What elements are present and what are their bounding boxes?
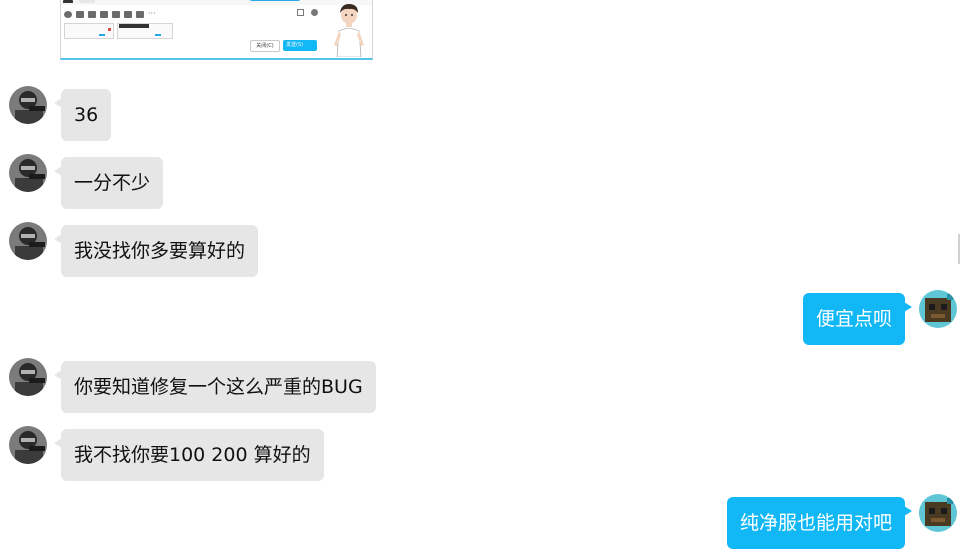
screenshot-blue-mark xyxy=(99,34,105,36)
screenshot-close-button: 关闭(C) xyxy=(250,40,280,52)
scissors-icon xyxy=(88,10,96,18)
masked-person-avatar-icon xyxy=(9,426,47,464)
message-bubble[interactable]: 一分不少 xyxy=(53,157,164,209)
masked-person-avatar-icon xyxy=(9,86,47,124)
screenshot-blue-tab xyxy=(249,0,301,1)
message-bubble[interactable]: 我不找你要100 200 算好的 xyxy=(54,429,324,481)
screenshot-toolbar: ··· xyxy=(64,9,158,19)
contact-avatar[interactable] xyxy=(9,154,47,192)
screenshot-blue-mark xyxy=(155,34,161,36)
masked-person-avatar-icon xyxy=(9,154,47,192)
contact-avatar[interactable] xyxy=(9,86,47,124)
message-bubble[interactable]: 我没找你多要算好的 xyxy=(53,225,259,277)
chat-history: ··· 关闭(C) 发送(S) 36 一分不少 我没找你多要算好的 便宜点呗 你… xyxy=(0,0,960,557)
music-icon xyxy=(112,10,120,18)
image-icon xyxy=(124,10,132,18)
screenshot-title-bar xyxy=(61,0,372,5)
message-bubble[interactable]: 纯净服也能用对吧 xyxy=(726,497,913,549)
screenshot-right-icons xyxy=(297,9,318,16)
screenshot-dark-bar xyxy=(119,24,149,28)
clock-icon xyxy=(311,9,318,16)
contact-avatar[interactable] xyxy=(9,358,47,396)
screenshot-send-button: 发送(S) xyxy=(283,40,317,51)
expand-icon xyxy=(297,9,304,16)
my-avatar[interactable] xyxy=(919,494,957,532)
shared-screenshot-image[interactable]: ··· 关闭(C) 发送(S) xyxy=(60,0,373,60)
mail-icon xyxy=(76,10,84,18)
message-bubble[interactable]: 你要知道修复一个这么严重的BUG xyxy=(54,361,376,413)
masked-person-avatar-icon xyxy=(9,358,47,396)
message-bubble[interactable]: 36 xyxy=(53,89,112,141)
message-bubble[interactable]: 便宜点呗 xyxy=(802,293,913,345)
pixel-character-avatar-icon xyxy=(919,290,957,328)
cartoon-character-image xyxy=(334,4,364,57)
pixel-character-avatar-icon xyxy=(919,494,957,532)
phone-icon xyxy=(136,10,144,18)
screenshot-name-pill xyxy=(79,0,95,3)
contact-avatar[interactable] xyxy=(9,426,47,464)
screenshot-red-mark xyxy=(108,28,111,31)
screenshot-message-block xyxy=(64,23,114,39)
folder-icon xyxy=(100,10,108,18)
screenshot-avatar xyxy=(63,0,73,3)
emoji-icon xyxy=(64,10,72,18)
my-avatar[interactable] xyxy=(919,290,957,328)
more-icon: ··· xyxy=(148,8,156,18)
masked-person-avatar-icon xyxy=(9,222,47,260)
contact-avatar[interactable] xyxy=(9,222,47,260)
